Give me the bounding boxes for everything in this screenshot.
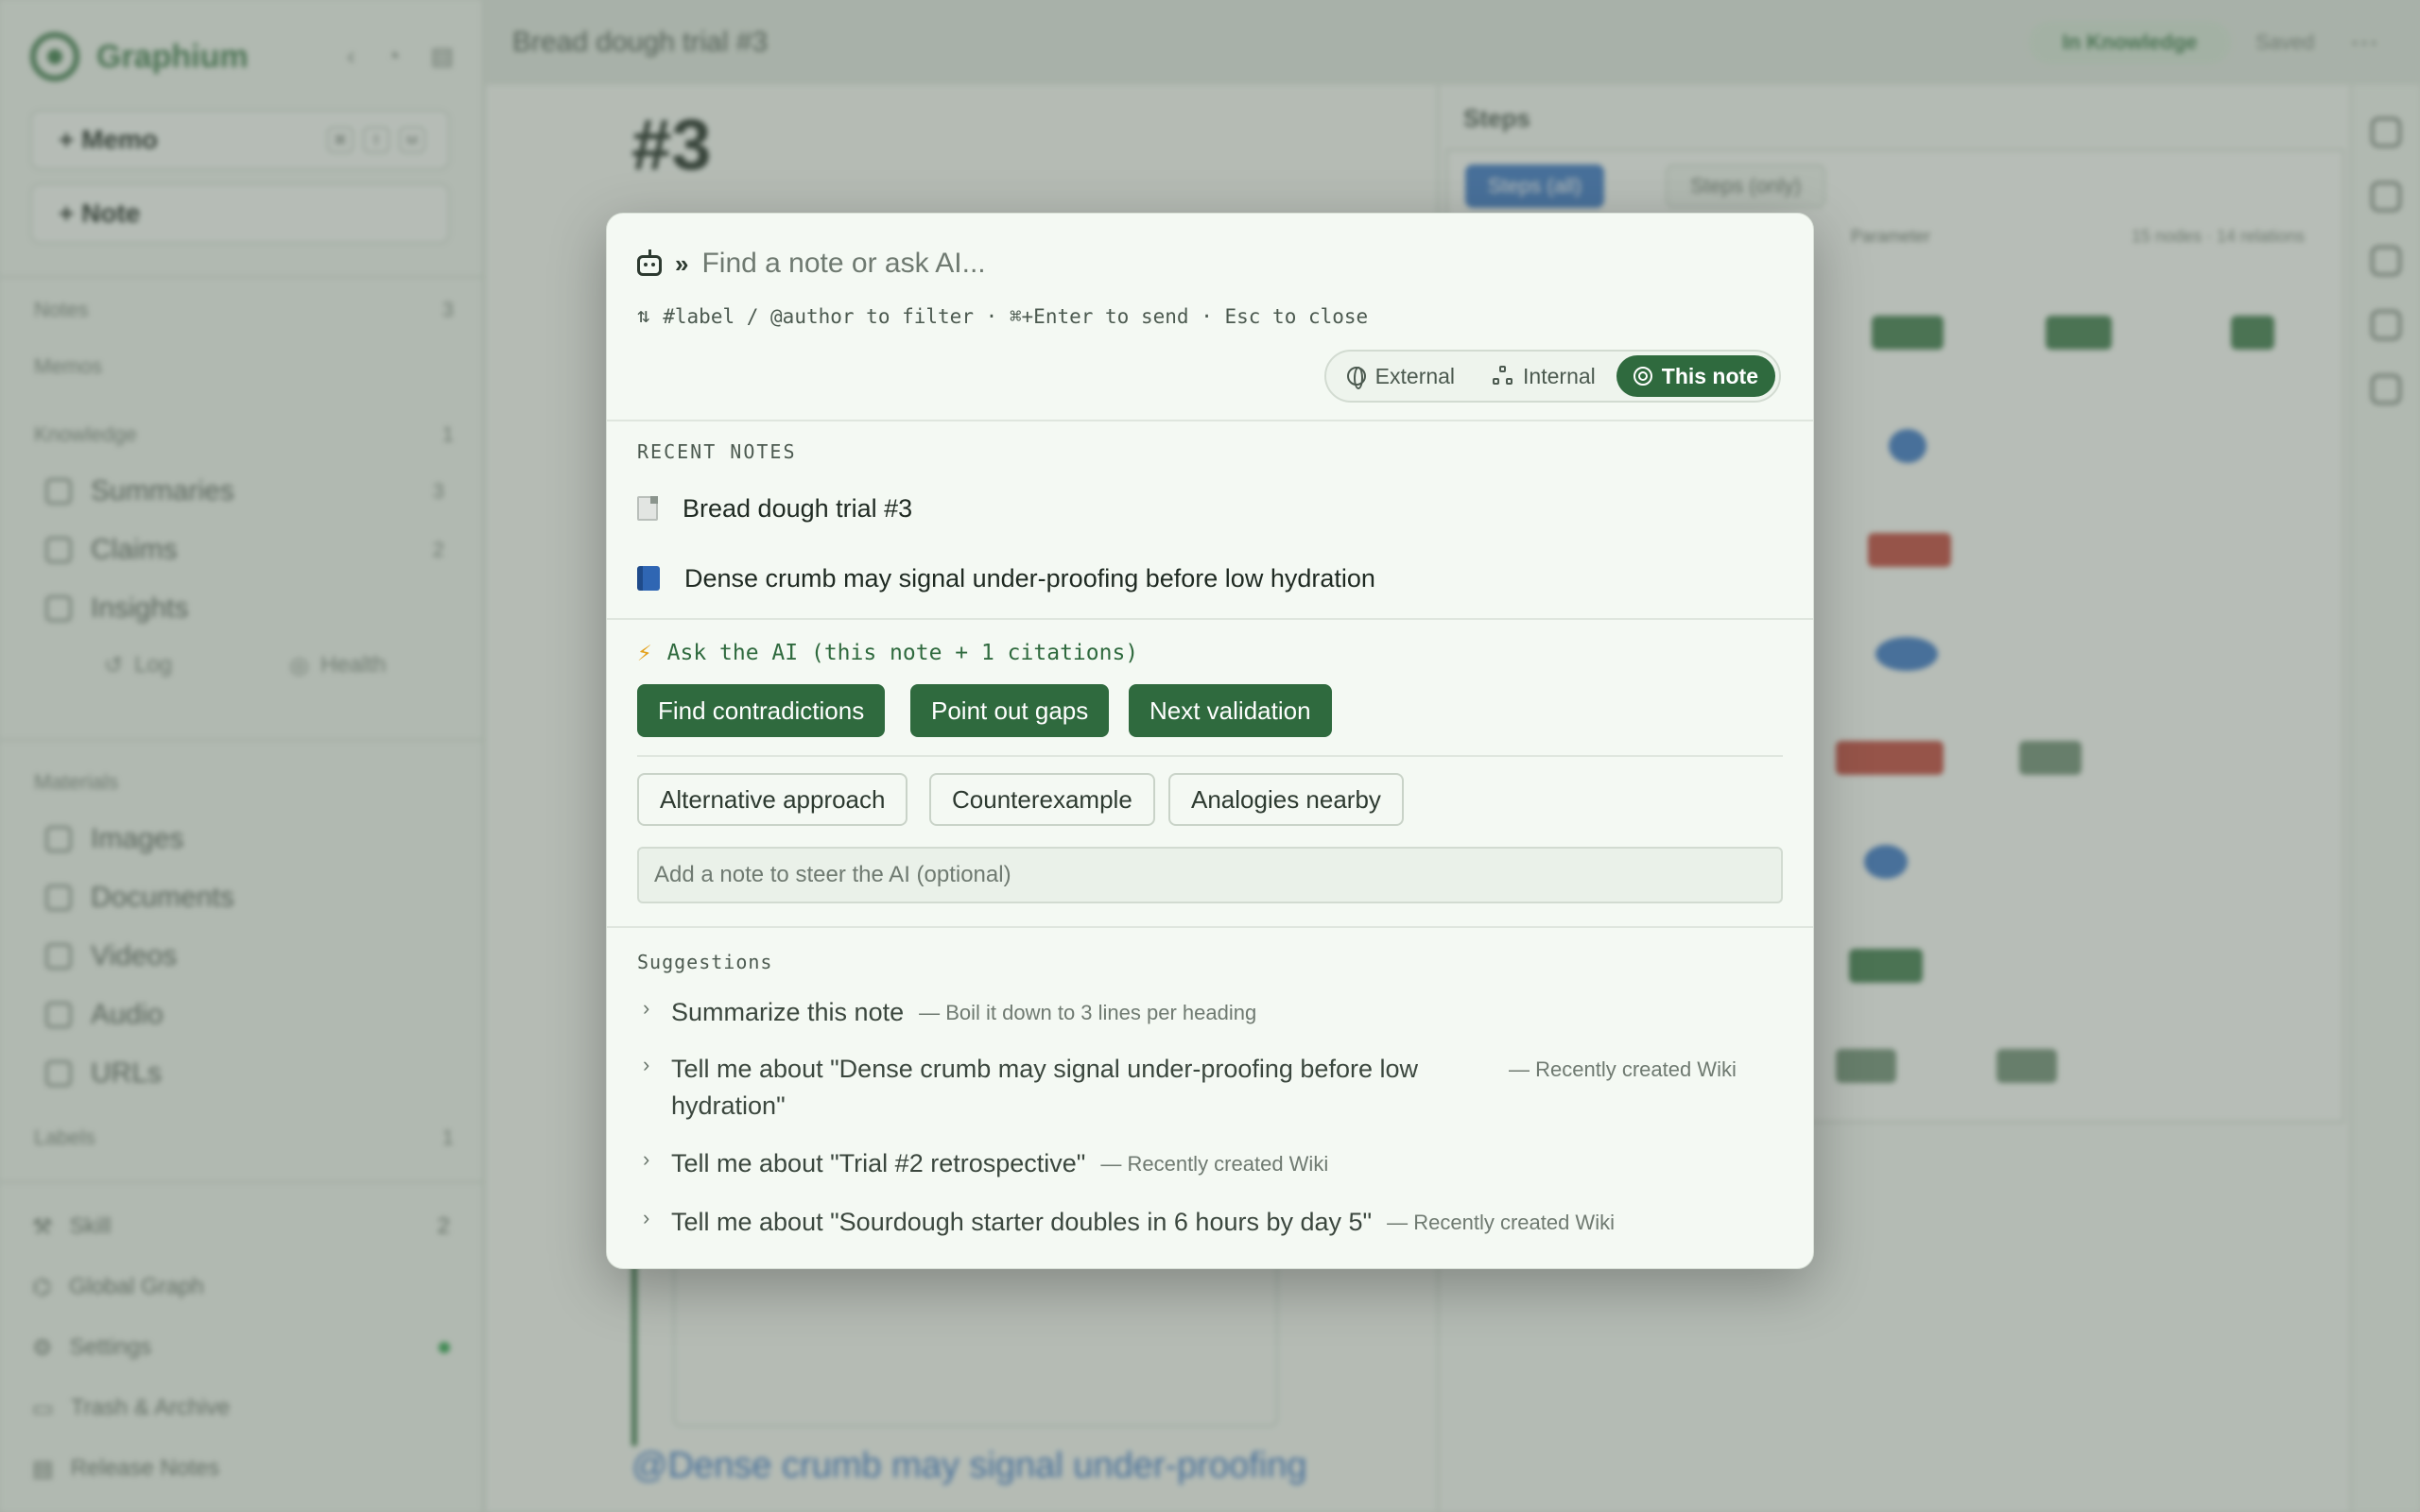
target-icon — [1633, 367, 1652, 386]
recent-note-title: Dense crumb may signal under-proofing be… — [684, 563, 1375, 593]
recent-notes-label: RECENT NOTES — [637, 440, 797, 463]
steer-ai-input[interactable] — [637, 847, 1783, 903]
suggestion-text: Summarize this note — [671, 998, 905, 1026]
analogies-nearby-button[interactable]: Analogies nearby — [1168, 773, 1404, 826]
up-down-arrows-icon: ⇅ — [637, 304, 650, 328]
alternative-approach-button[interactable]: Alternative approach — [637, 773, 908, 826]
search-row: » — [637, 242, 1783, 285]
chevron-right-icon: › — [643, 1206, 650, 1229]
suggestion-item[interactable]: › Summarize this note — Boil it down to … — [643, 994, 1256, 1031]
scope-internal-button[interactable]: Internal — [1476, 355, 1613, 397]
ask-ai-text: Ask the AI (this note + 1 citations) — [666, 641, 1139, 665]
suggestion-subtext: — Recently created Wiki — [1387, 1211, 1615, 1234]
suggestion-subtext: — Recently created Wiki — [1509, 1057, 1737, 1081]
scope-external-button[interactable]: External — [1330, 355, 1472, 397]
lightning-icon: ⚡ — [637, 639, 652, 667]
suggestion-text: Tell me about "Sourdough starter doubles… — [671, 1208, 1373, 1236]
find-contradictions-button[interactable]: Find contradictions — [637, 684, 886, 737]
suggestions-label: Suggestions — [637, 951, 773, 973]
hierarchy-icon — [1493, 366, 1513, 387]
command-palette-dialog: » ⇅ #label / @author to filter · ⌘+Enter… — [606, 213, 1814, 1269]
suggestion-text: Tell me about "Trial #2 retrospective" — [671, 1149, 1086, 1177]
keyboard-hint: ⇅ #label / @author to filter · ⌘+Enter t… — [637, 304, 1368, 328]
divider — [607, 618, 1813, 620]
search-input[interactable] — [701, 248, 1783, 280]
suggestion-text: Tell me about "Dense crumb may signal un… — [671, 1055, 1418, 1120]
scope-label: Internal — [1523, 363, 1596, 388]
scope-label: External — [1374, 363, 1456, 388]
recent-note-title: Bread dough trial #3 — [683, 493, 913, 523]
counterexample-button[interactable]: Counterexample — [929, 773, 1155, 826]
ask-ai-label: ⚡ Ask the AI (this note + 1 citations) — [637, 639, 1138, 667]
recent-note-item[interactable]: Dense crumb may signal under-proofing be… — [637, 548, 1783, 609]
suggestion-item[interactable]: › Tell me about "Trial #2 retrospective"… — [643, 1145, 1328, 1182]
divider — [607, 926, 1813, 928]
recent-note-item[interactable]: Bread dough trial #3 — [637, 478, 1783, 539]
suggestion-item[interactable]: › Tell me about "Sourdough starter doubl… — [643, 1204, 1615, 1241]
chevron-right-icon: › — [643, 1147, 650, 1171]
book-icon — [637, 566, 660, 591]
scope-toggle: External Internal This note — [1323, 350, 1781, 403]
chevron-right-icon: » — [675, 249, 689, 278]
globe-icon — [1346, 367, 1366, 389]
divider — [637, 755, 1783, 757]
chevron-right-icon: › — [643, 1053, 650, 1076]
document-icon — [637, 496, 658, 521]
hint-text: #label / @author to filter · ⌘+Enter to … — [663, 304, 1369, 328]
suggestion-subtext: — Recently created Wiki — [1100, 1152, 1329, 1176]
robot-icon — [637, 249, 662, 276]
scope-label: This note — [1661, 363, 1758, 388]
chevron-right-icon: › — [643, 996, 650, 1020]
scope-this-note-button[interactable]: This note — [1616, 355, 1775, 397]
next-validation-button[interactable]: Next validation — [1129, 684, 1332, 737]
point-out-gaps-button[interactable]: Point out gaps — [910, 684, 1110, 737]
suggestion-item[interactable]: › Tell me about "Dense crumb may signal … — [643, 1051, 1737, 1125]
divider — [607, 420, 1813, 421]
suggestion-subtext: — Boil it down to 3 lines per heading — [919, 1001, 1257, 1024]
